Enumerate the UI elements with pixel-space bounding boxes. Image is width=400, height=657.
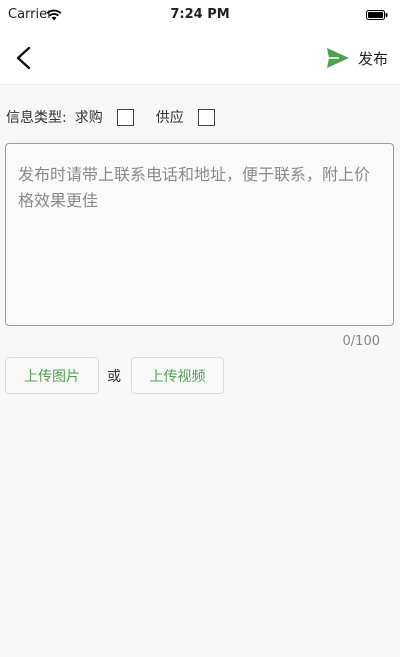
option-label-buy: 求购 [74,110,103,126]
upload-image-button[interactable]: 上传图片 [5,357,99,394]
chevron-left-icon [16,46,31,70]
info-type-label: 信息类型: [6,110,67,126]
upload-image-label: 上传图片 [24,368,80,385]
option-label-supply: 供应 [155,110,184,126]
publish-screen: Carrier 7:24 PM 发布 信息类型: 求购 供应 发布时请带上联系电… [0,0,400,657]
content-placeholder: 发布时请带上联系电话和地址，便于联系，附上价格效果更佳 [18,165,371,210]
upload-video-label: 上传视频 [149,368,206,385]
battery-icon [366,10,388,20]
send-icon [326,48,349,68]
clock: 7:24 PM [170,7,230,22]
upload-video-button[interactable]: 上传视频 [131,357,224,394]
checkbox-supply[interactable] [197,108,215,126]
checkbox-buy[interactable] [116,108,134,126]
or-label: 或 [107,369,121,385]
status-bar: Carrier 7:24 PM [0,0,400,32]
nav-bar: 发布 [0,32,400,85]
content-textarea[interactable]: 发布时请带上联系电话和地址，便于联系，附上价格效果更佳 [5,143,394,326]
char-count: 0/100 [342,334,380,349]
publish-button[interactable]: 发布 [326,44,388,72]
publish-label: 发布 [357,49,388,68]
back-button[interactable] [10,42,40,74]
info-type-row: 信息类型: 求购 供应 [6,103,237,131]
